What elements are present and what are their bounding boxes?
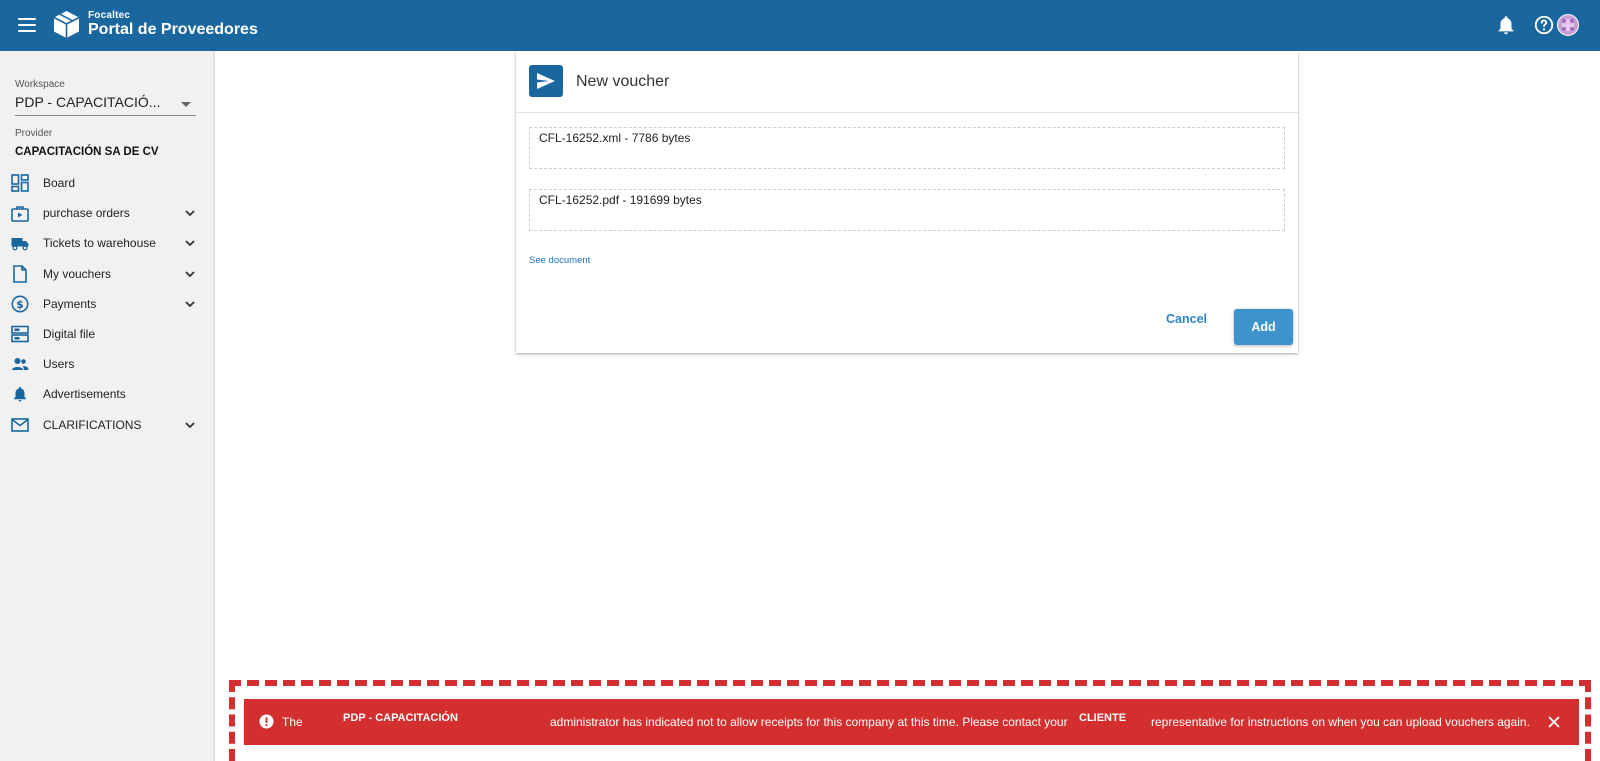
user-avatar[interactable] xyxy=(1557,14,1579,36)
svg-text:$: $ xyxy=(16,298,24,311)
users-icon xyxy=(12,358,29,371)
sidebar-item-board[interactable]: Board xyxy=(0,168,213,198)
cancel-button[interactable]: Cancel xyxy=(1166,312,1207,326)
sidebar-item-clarifications[interactable]: CLARIFICATIONS xyxy=(0,410,213,440)
sidebar-item-label: Digital file xyxy=(43,327,96,342)
new-voucher-dialog: New voucher CFL-16252.xml - 7786 bytes C… xyxy=(516,51,1298,353)
brand: Focaltec Portal de Proveedores xyxy=(88,11,258,38)
add-button[interactable]: Add xyxy=(1234,309,1293,345)
workspace-value: PDP - CAPACITACIÓ... xyxy=(15,94,161,110)
dialog-header: New voucher xyxy=(516,51,1298,113)
provider-label: Provider xyxy=(15,128,53,139)
sidebar-item-label: CLARIFICATIONS xyxy=(43,417,142,432)
see-document-link[interactable]: See document xyxy=(529,255,590,266)
bell-icon xyxy=(14,387,26,402)
sidebar-item-label: Users xyxy=(43,357,75,372)
chevron-down-icon xyxy=(185,270,195,277)
send-icon xyxy=(529,65,563,97)
sidebar-item-users[interactable]: Users xyxy=(0,349,213,379)
sidebar-item-digital-file[interactable]: Digital file xyxy=(0,319,213,349)
brand-small-text: Focaltec xyxy=(88,10,131,21)
dropdown-caret-icon xyxy=(181,102,191,107)
chevron-down-icon xyxy=(185,240,195,247)
provider-name: CAPACITACIÓN SA DE CV xyxy=(15,146,159,158)
archive-icon xyxy=(11,325,29,343)
notifications-bell-icon[interactable] xyxy=(1495,14,1517,36)
sidebar-item-tickets-to-warehouse[interactable]: Tickets to warehouse xyxy=(0,228,213,258)
error-alert-banner: The PDP - CAPACITACIÓN administrator has… xyxy=(244,699,1579,745)
file-item-pdf: CFL-16252.pdf - 191699 bytes xyxy=(529,189,1285,231)
sidebar-item-label: Tickets to warehouse xyxy=(43,236,156,251)
sidebar-item-label: Board xyxy=(43,176,76,191)
sidebar-item-advertisements[interactable]: Advertisements xyxy=(0,379,213,409)
alert-workspace-name: PDP - CAPACITACIÓN xyxy=(343,712,458,724)
chevron-down-icon xyxy=(185,301,195,308)
brand-title: Portal de Proveedores xyxy=(88,21,258,38)
sidebar-item-purchase-orders[interactable]: purchase orders xyxy=(0,198,213,228)
alert-text-part1: The xyxy=(282,715,303,729)
shopping-bag-icon xyxy=(11,206,29,222)
dollar-circle-icon: $ xyxy=(11,295,29,313)
workspace-label: Workspace xyxy=(15,79,65,90)
truck-icon xyxy=(11,238,29,251)
sidebar-item-label: Advertisements xyxy=(43,387,126,402)
dialog-title: New voucher xyxy=(576,73,670,90)
sidebar-item-payments[interactable]: $ Payments xyxy=(0,289,213,319)
top-app-bar: Focaltec Portal de Proveedores xyxy=(0,0,1600,51)
dashboard-icon xyxy=(11,174,29,192)
avatar-pattern-icon xyxy=(1558,15,1578,35)
alert-text-part2: administrator has indicated not to allow… xyxy=(550,715,1068,729)
sidebar: Workspace PDP - CAPACITACIÓ... Provider … xyxy=(0,51,215,761)
alert-client-name: CLIENTE xyxy=(1079,712,1127,724)
sidebar-item-label: Payments xyxy=(43,296,97,311)
sidebar-item-my-vouchers[interactable]: My vouchers xyxy=(0,259,213,289)
chevron-down-icon xyxy=(185,421,195,428)
sidebar-item-label: My vouchers xyxy=(43,266,112,281)
alert-text-part3: representative for instructions on when … xyxy=(1151,715,1530,729)
error-circle-icon xyxy=(259,714,274,729)
close-icon[interactable] xyxy=(1547,715,1561,729)
file-item-xml: CFL-16252.xml - 7786 bytes xyxy=(529,127,1285,169)
document-icon xyxy=(13,264,27,283)
chevron-down-icon xyxy=(185,210,195,217)
menu-icon[interactable] xyxy=(17,15,37,35)
workspace-select[interactable]: PDP - CAPACITACIÓ... xyxy=(15,92,196,116)
sidebar-item-label: purchase orders xyxy=(43,206,130,221)
help-icon[interactable] xyxy=(1533,14,1555,36)
mail-icon xyxy=(11,417,29,432)
box-logo-icon xyxy=(53,11,80,38)
sidebar-nav: Board purchase orders Tickets to warehou… xyxy=(0,168,213,440)
